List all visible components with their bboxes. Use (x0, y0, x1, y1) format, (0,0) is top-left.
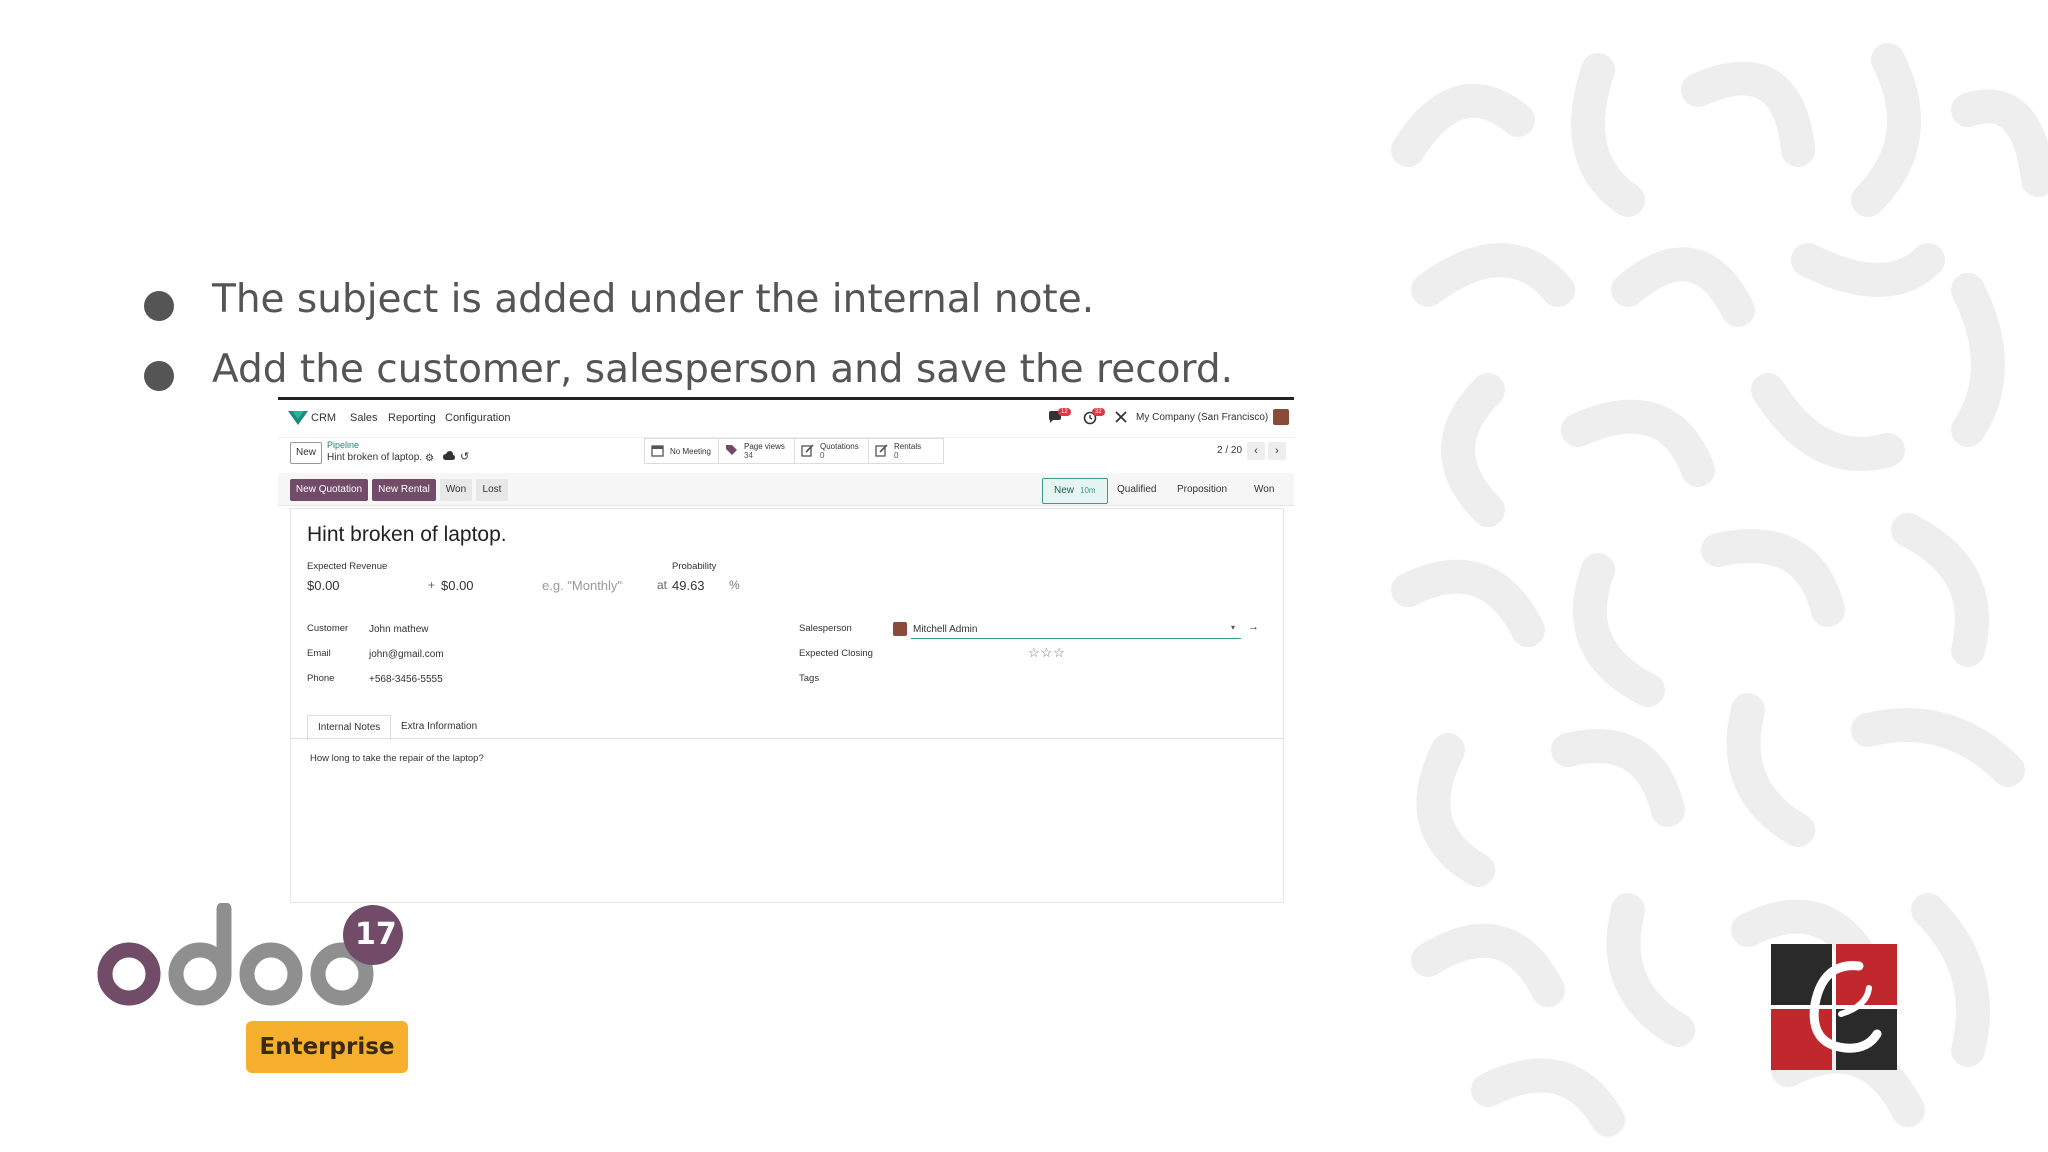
bullet-text: Add the customer, salesperson and save t… (212, 347, 1234, 392)
salesperson-underline (911, 638, 1241, 639)
expected-revenue-input[interactable]: $0.00 (307, 578, 340, 593)
stat-button-rentals[interactable]: Rentals 0 (868, 438, 944, 464)
stage-new[interactable]: New 10m (1042, 478, 1108, 504)
salesperson-avatar (893, 622, 907, 636)
messages-badge: 12 (1058, 408, 1071, 416)
salesperson-label: Salesperson (799, 623, 852, 634)
stage-label: New (1054, 485, 1075, 496)
won-button[interactable]: Won (440, 479, 472, 501)
top-navbar: CRM Sales Reporting Configuration 12 32 … (278, 400, 1294, 436)
stat-label: Quotations (820, 442, 859, 451)
phone-field[interactable]: +568-3456-5555 (369, 674, 443, 685)
form-sheet: Hint broken of laptop. Expected Revenue … (290, 508, 1284, 903)
breadcrumb-pipeline[interactable]: Pipeline (327, 440, 359, 450)
tags-label: Tags (799, 673, 820, 684)
app-title[interactable]: CRM (311, 412, 336, 424)
activities-badge: 32 (1092, 408, 1105, 416)
stage-proposition[interactable]: Proposition (1177, 478, 1227, 502)
tab-divider (291, 738, 1283, 739)
menu-configuration[interactable]: Configuration (445, 412, 510, 424)
stage-qualified[interactable]: Qualified (1117, 478, 1156, 502)
tags-icon (726, 445, 737, 455)
lead-title[interactable]: Hint broken of laptop. (307, 523, 507, 547)
recurring-plan-input[interactable]: e.g. "Monthly" (542, 578, 622, 593)
odoo-version: 17 (355, 917, 397, 952)
recurring-revenue-input[interactable]: $0.00 (441, 578, 474, 593)
plus-sign: + (428, 578, 436, 592)
customer-label: Customer (307, 623, 349, 634)
stat-value: 34 (744, 451, 753, 460)
lost-button[interactable]: Lost (476, 479, 508, 501)
discard-icon[interactable]: ↺ (460, 450, 469, 463)
cybrosys-logo (1771, 944, 1897, 1070)
menu-sales[interactable]: Sales (350, 412, 378, 424)
bullet-dot (144, 361, 174, 391)
stat-label: No Meeting (670, 447, 711, 456)
stat-button-page-views[interactable]: Page views 34 (718, 438, 796, 464)
edit-icon (801, 444, 814, 457)
priority-stars-icon[interactable]: ☆☆☆ (1028, 645, 1066, 661)
internal-link-arrow-icon[interactable]: → (1248, 621, 1259, 633)
gear-icon[interactable]: ⚙ (425, 453, 434, 464)
stage-duration: 10m (1080, 486, 1096, 495)
save-cloud-icon[interactable] (443, 451, 455, 464)
salesperson-input[interactable]: Mitchell Admin (913, 624, 977, 635)
stat-button-quotations[interactable]: Quotations 0 (794, 438, 870, 464)
stat-value: 0 (894, 451, 899, 460)
stage-won[interactable]: Won (1254, 478, 1274, 502)
pager-value[interactable]: 2 / 20 (1217, 445, 1242, 456)
stat-value: 0 (820, 451, 825, 460)
probability-input[interactable]: 49.63 (672, 578, 705, 593)
breadcrumb-current: Hint broken of laptop. (327, 452, 423, 463)
customer-field[interactable]: John mathew (369, 624, 428, 635)
email-label: Email (307, 648, 331, 659)
user-avatar[interactable] (1273, 409, 1289, 425)
crm-app-icon[interactable] (288, 411, 308, 425)
pager-next-icon[interactable]: › (1268, 442, 1286, 460)
company-switcher[interactable]: My Company (San Francisco) (1136, 412, 1268, 423)
bullet-text: The subject is added under the internal … (212, 277, 1095, 322)
new-button[interactable]: New (290, 442, 322, 464)
menu-reporting[interactable]: Reporting (388, 412, 436, 424)
stat-label: Page views (744, 442, 785, 451)
edit-icon (875, 444, 888, 457)
enterprise-badge: Enterprise (246, 1021, 408, 1073)
at-label: at (657, 578, 668, 592)
expected-closing-label: Expected Closing (799, 648, 873, 659)
percent-sign: % (729, 578, 740, 592)
internal-notes-editor[interactable]: How long to take the repair of the lapto… (310, 753, 484, 764)
phone-label: Phone (307, 673, 335, 684)
email-field[interactable]: john@gmail.com (369, 649, 444, 660)
new-rental-button[interactable]: New Rental (372, 479, 436, 501)
probability-label: Probability (672, 561, 717, 572)
dropdown-caret-icon[interactable]: ▾ (1231, 623, 1235, 632)
calendar-icon (651, 445, 664, 457)
stat-button-meeting[interactable]: No Meeting (644, 438, 720, 464)
crm-screenshot: CRM Sales Reporting Configuration 12 32 … (278, 397, 1294, 903)
bullet-dot (144, 291, 174, 321)
tools-icon[interactable] (1115, 411, 1127, 426)
stat-label: Rentals (894, 442, 922, 451)
tab-extra-information[interactable]: Extra Information (391, 715, 487, 739)
expected-revenue-label: Expected Revenue (307, 561, 388, 572)
pager-previous-icon[interactable]: ‹ (1247, 442, 1265, 460)
decorative-pattern (1391, 43, 2048, 1137)
new-quotation-button[interactable]: New Quotation (290, 479, 368, 501)
